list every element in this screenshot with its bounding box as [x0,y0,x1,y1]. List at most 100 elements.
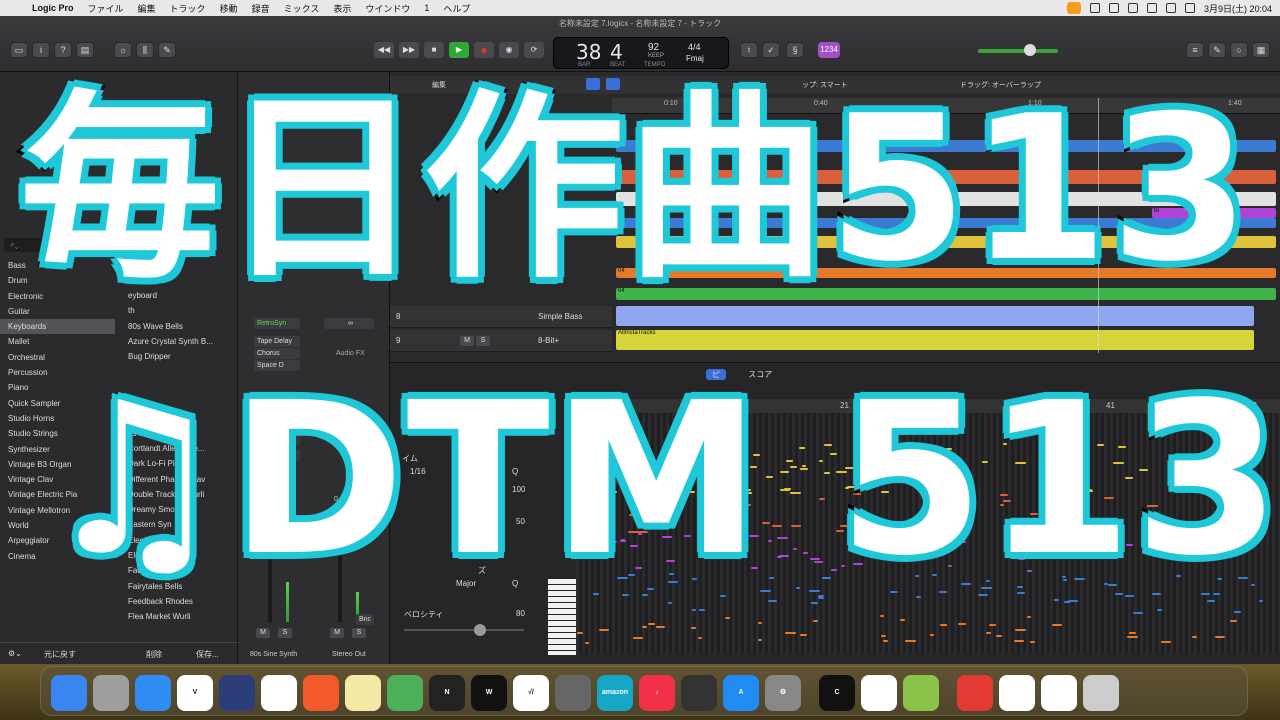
midi-note[interactable] [1192,636,1197,638]
tuner-icon[interactable]: ♮ [740,42,758,58]
dock-app-amazon-music[interactable]: amazon music [597,675,633,711]
midi-note[interactable] [900,619,905,621]
dock-app-settings[interactable]: ⚙ [765,675,801,711]
dock-app-launchpad[interactable] [93,675,129,711]
velocity-value[interactable]: 80 [516,609,525,618]
control-center-icon[interactable] [1184,3,1195,13]
midi-note[interactable] [1015,629,1026,631]
dock-app-maps[interactable] [387,675,423,711]
browser-icon[interactable]: ▦ [1252,42,1270,58]
dock-app-vsco[interactable]: V [177,675,213,711]
dock-app-chrome[interactable] [261,675,297,711]
track-name[interactable]: 8-Bit+ [538,336,559,345]
midi-note[interactable] [1030,641,1035,643]
menu-track[interactable]: トラック [170,2,206,15]
midi-note[interactable] [585,642,589,644]
capture-record-button[interactable]: ◉ [499,42,519,58]
record-status-icon[interactable] [1089,3,1100,13]
midi-note[interactable] [1014,640,1024,642]
search-icon[interactable] [1165,3,1176,13]
menu-mix[interactable]: ミックス [284,2,320,15]
dock-app-creative-cloud[interactable] [957,675,993,711]
mute-button[interactable]: M [330,628,344,638]
midi-note[interactable] [930,634,934,636]
track-header[interactable]: 9 M S 8-Bit+ [390,330,612,352]
smart-controls-icon[interactable]: ☼ [114,42,132,58]
metronome-icon[interactable]: § [786,42,804,58]
bluetooth-icon[interactable] [1127,3,1138,13]
midi-note[interactable] [1133,612,1143,614]
midi-note[interactable] [881,635,886,637]
midi-note[interactable] [1027,616,1031,618]
midi-note[interactable] [1161,641,1171,643]
forward-button[interactable]: ▶▶ [399,42,419,58]
patch-item[interactable]: Azure Crystal Synth B... [120,334,238,349]
midi-note[interactable] [1215,636,1225,638]
menu-navigate[interactable]: 移動 [220,2,238,15]
midi-note[interactable] [1052,624,1062,626]
dock-app-chrome2[interactable] [861,675,897,711]
menu-app-name[interactable]: Logic Pro [32,3,74,13]
clock[interactable]: 3月9日(土) 20:04 [1204,2,1272,15]
midi-note[interactable] [996,635,1002,637]
dock-app-logic[interactable] [555,675,591,711]
midi-note[interactable] [986,632,991,634]
category-keyboards[interactable]: Keyboards [0,319,115,335]
record-button[interactable]: ● [474,42,494,58]
dock-app-trash[interactable] [1083,675,1119,711]
patch-item[interactable]: 80s Wave Bells [120,319,238,334]
master-volume-slider[interactable] [978,49,1058,53]
midi-note[interactable] [880,615,884,617]
menu-edit[interactable]: 編集 [138,2,156,15]
editor-toggle-icon[interactable]: ✎ [158,42,176,58]
midi-note[interactable] [800,634,807,636]
dock-app-numbers-file[interactable] [999,675,1035,711]
mute-button[interactable]: M [256,628,270,638]
menu-view[interactable]: 表示 [333,2,351,15]
microphone-icon[interactable] [1066,2,1081,14]
midi-note[interactable] [1129,632,1136,634]
midi-note[interactable] [1127,636,1138,638]
count-in-button[interactable]: 1234 [818,42,840,58]
midi-note[interactable] [656,626,665,628]
revert-button[interactable]: 元に戻す [44,649,76,660]
dock-app-notes[interactable] [345,675,381,711]
dock-app-app-w[interactable]: W [471,675,507,711]
menu-one[interactable]: 1 [424,3,429,13]
library-toggle-icon[interactable]: ▭ [10,42,28,58]
midi-note[interactable] [813,620,818,622]
master-volume-knob[interactable] [1024,44,1036,56]
patch-item[interactable]: Flea Market Wurli [120,609,238,624]
solo-button[interactable]: S [476,336,490,346]
apple-icon[interactable] [8,3,18,13]
dock-app-brave[interactable] [303,675,339,711]
midi-note[interactable] [599,629,609,631]
midi-note[interactable] [883,640,888,642]
toolbar-toggle-icon[interactable]: ▤ [76,42,94,58]
dock-app-books[interactable] [681,675,717,711]
midi-note[interactable] [958,623,966,625]
solo-mode-icon[interactable]: ✓ [762,42,780,58]
midi-note[interactable] [642,626,647,628]
midi-note[interactable] [577,632,583,634]
midi-note[interactable] [905,640,916,642]
dock-app-doc-file[interactable] [1041,675,1077,711]
velocity-slider[interactable] [404,629,524,631]
dock-app-cc[interactable]: C [819,675,855,711]
dock-app-music[interactable]: ♪ [639,675,675,711]
save-button[interactable]: 保存... [196,649,219,660]
velocity-knob[interactable] [474,624,486,636]
midi-note[interactable] [648,623,655,625]
midi-note[interactable] [785,632,796,634]
cycle-button[interactable]: ⟳ [524,42,544,58]
help-icon[interactable]: ? [54,42,72,58]
dock-app-app-store[interactable]: A [723,675,759,711]
rewind-button[interactable]: ◀◀ [374,42,394,58]
menu-file[interactable]: ファイル [88,2,124,15]
dock-app-android[interactable] [903,675,939,711]
fx-slot[interactable]: Tape Delay [254,336,300,347]
region-8bit[interactable]: AllInstaTracks [616,330,1254,350]
play-button[interactable]: ▶ [449,42,469,58]
battery-icon[interactable] [1108,3,1119,13]
solo-button[interactable]: S [278,628,292,638]
